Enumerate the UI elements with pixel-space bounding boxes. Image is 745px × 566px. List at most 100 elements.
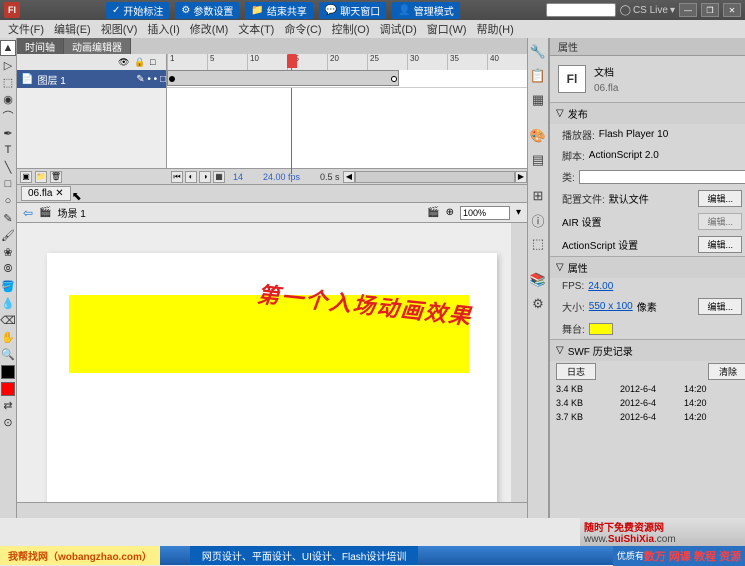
class-input[interactable] — [579, 170, 745, 184]
zoom-tool[interactable]: 🔍 — [0, 346, 16, 362]
scroll-left-icon[interactable]: ◀ — [343, 171, 355, 183]
manage-button[interactable]: 👤管理模式 — [392, 2, 459, 19]
as-settings-button[interactable]: 编辑... — [698, 236, 742, 253]
minimize-button[interactable]: — — [679, 3, 697, 17]
menu-view[interactable]: 视图(V) — [97, 20, 142, 38]
text-tool[interactable]: T — [0, 142, 16, 158]
dock-library-icon[interactable]: ▦ — [528, 90, 548, 110]
end-share-button[interactable]: 📁结束共享 — [245, 2, 312, 19]
close-button[interactable]: ✕ — [723, 3, 741, 17]
dock-behaviors-icon[interactable]: ⚙ — [528, 294, 548, 314]
timeline-scrollbar[interactable] — [355, 171, 515, 183]
paint-bucket-tool[interactable]: 🪣 — [0, 278, 16, 294]
tab-timeline[interactable]: 时间轴 — [17, 38, 64, 54]
dock-library2-icon[interactable]: 📚 — [528, 270, 548, 290]
selection-tool[interactable]: ▲ — [0, 40, 16, 56]
snap-to-object-icon[interactable]: ⊙ — [0, 414, 16, 430]
dock-tools-icon[interactable]: 🔧 — [528, 42, 548, 62]
dock-project-icon[interactable]: 📋 — [528, 66, 548, 86]
onion-skin-outline-icon[interactable]: ◑ — [199, 171, 211, 183]
bone-tool[interactable]: ⦾ — [0, 261, 16, 277]
chat-button[interactable]: 💬聊天窗口 — [319, 2, 386, 19]
new-folder-icon[interactable]: 📁 — [35, 171, 47, 183]
cslive-label[interactable]: ◯ CS Live ▾ — [620, 5, 675, 16]
menu-edit[interactable]: 编辑(E) — [50, 20, 95, 38]
menu-help[interactable]: 帮助(H) — [473, 20, 518, 38]
menu-commands[interactable]: 命令(C) — [280, 20, 325, 38]
swap-colors-icon[interactable]: ⇄ — [0, 397, 16, 413]
history-section-header[interactable]: ▽ SWF 历史记录 — [550, 340, 745, 361]
line-tool[interactable]: ╲ — [0, 159, 16, 175]
tools-panel: ▲ ▷ ⬚ ◉ ⌒ ✒ T ╲ □ ○ ✎ 🖌 ❀ ⦾ 🪣 💧 ⌫ ✋ 🔍 ⇄ … — [0, 38, 17, 518]
edit-size-button[interactable]: 编辑... — [698, 298, 742, 315]
dock-align-icon[interactable]: ⊞ — [528, 186, 548, 206]
zoom-dropdown-icon[interactable]: ▾ — [516, 207, 521, 218]
dock-color-icon[interactable]: 🎨 — [528, 126, 548, 146]
menu-debug[interactable]: 调试(D) — [376, 20, 421, 38]
rectangle-tool[interactable]: □ — [0, 176, 16, 192]
deco-tool[interactable]: ❀ — [0, 244, 16, 260]
edit-profile-button[interactable]: 编辑... — [698, 190, 742, 207]
taskbar-left-label: 我帮找网（wobangzhao.com） — [0, 546, 160, 565]
settings-button[interactable]: ⚙参数设置 — [175, 2, 239, 19]
frame-ruler[interactable]: 1 5 10 15 20 25 30 35 40 — [167, 54, 527, 70]
menu-insert[interactable]: 插入(I) — [143, 20, 183, 38]
scene-name[interactable]: 场景 1 — [58, 205, 86, 220]
properties-panel: 属性 Fl 文档 06.fla ▽ 发布 播放器: Flash Player 1… — [549, 38, 745, 518]
menu-file[interactable]: 文件(F) — [4, 20, 48, 38]
stage-area[interactable]: 第一个入场动画效果 — [17, 223, 511, 502]
zoom-input[interactable] — [460, 206, 510, 220]
menu-control[interactable]: 控制(O) — [328, 20, 374, 38]
free-transform-tool[interactable]: ⬚ — [0, 74, 16, 90]
document-tab[interactable]: 06.fla ✕ ⬉ — [21, 186, 71, 201]
brush-tool[interactable]: 🖌 — [0, 227, 16, 243]
onion-skin-icon[interactable]: ◐ — [185, 171, 197, 183]
clear-button[interactable]: 清除 — [708, 363, 745, 380]
outline-icon[interactable]: □ — [150, 57, 160, 67]
subselection-tool[interactable]: ▷ — [0, 57, 16, 73]
menu-window[interactable]: 窗口(W) — [423, 20, 471, 38]
fps-value[interactable]: 24.00 — [588, 281, 613, 292]
new-layer-icon[interactable]: ▣ — [20, 171, 32, 183]
properties-panel-header[interactable]: 属性 — [550, 38, 745, 56]
stage-color-swatch[interactable] — [589, 323, 613, 335]
lock-icon[interactable]: 🔒 — [134, 57, 144, 67]
dock-swatches-icon[interactable]: ▤ — [528, 150, 548, 170]
stage-canvas[interactable]: 第一个入场动画效果 — [47, 253, 497, 502]
eye-icon[interactable]: 👁 — [118, 57, 128, 67]
edit-multiple-icon[interactable]: ▦ — [213, 171, 225, 183]
frames-area[interactable] — [167, 70, 527, 88]
publish-section-header[interactable]: ▽ 发布 — [550, 103, 745, 124]
search-input[interactable] — [546, 3, 616, 17]
fill-color-swatch[interactable] — [1, 382, 15, 396]
stroke-color-swatch[interactable] — [1, 365, 15, 379]
size-value[interactable]: 550 x 100 — [589, 301, 633, 312]
fps-display[interactable]: 24.00 fps — [243, 172, 300, 182]
oval-tool[interactable]: ○ — [0, 193, 16, 209]
pen-tool[interactable]: ✒ — [0, 125, 16, 141]
stage-scrollbar-h[interactable] — [17, 502, 527, 518]
eraser-tool[interactable]: ⌫ — [0, 312, 16, 328]
menu-modify[interactable]: 修改(M) — [186, 20, 233, 38]
pencil-tool[interactable]: ✎ — [0, 210, 16, 226]
back-arrow-icon[interactable]: ⇦ — [23, 206, 33, 220]
dock-transform-icon[interactable]: ⬚ — [528, 234, 548, 254]
scroll-right-icon[interactable]: ▶ — [515, 171, 527, 183]
eyedropper-tool[interactable]: 💧 — [0, 295, 16, 311]
restore-button[interactable]: ❐ — [701, 3, 719, 17]
tab-motion-editor[interactable]: 动画编辑器 — [64, 38, 131, 54]
log-button[interactable]: 日志 — [556, 363, 596, 380]
delete-layer-icon[interactable]: 🗑 — [50, 171, 62, 183]
dock-info-icon[interactable]: ⓘ — [528, 210, 548, 230]
edit-symbol-icon[interactable]: ⊕ — [446, 207, 454, 218]
annotate-button[interactable]: ✓开始标注 — [106, 2, 169, 19]
edit-scene-icon[interactable]: 🎬 — [427, 207, 439, 218]
menu-text[interactable]: 文本(T) — [234, 20, 278, 38]
stage-scrollbar-v[interactable] — [511, 223, 527, 502]
lasso-tool[interactable]: ⌒ — [0, 108, 16, 124]
layer-item[interactable]: 📄 图层 1 ✎ • • □ — [17, 70, 167, 88]
goto-first-icon[interactable]: ⏮ — [171, 171, 183, 183]
hand-tool[interactable]: ✋ — [0, 329, 16, 345]
3d-rotation-tool[interactable]: ◉ — [0, 91, 16, 107]
properties-section-header[interactable]: ▽ 属性 — [550, 257, 745, 278]
